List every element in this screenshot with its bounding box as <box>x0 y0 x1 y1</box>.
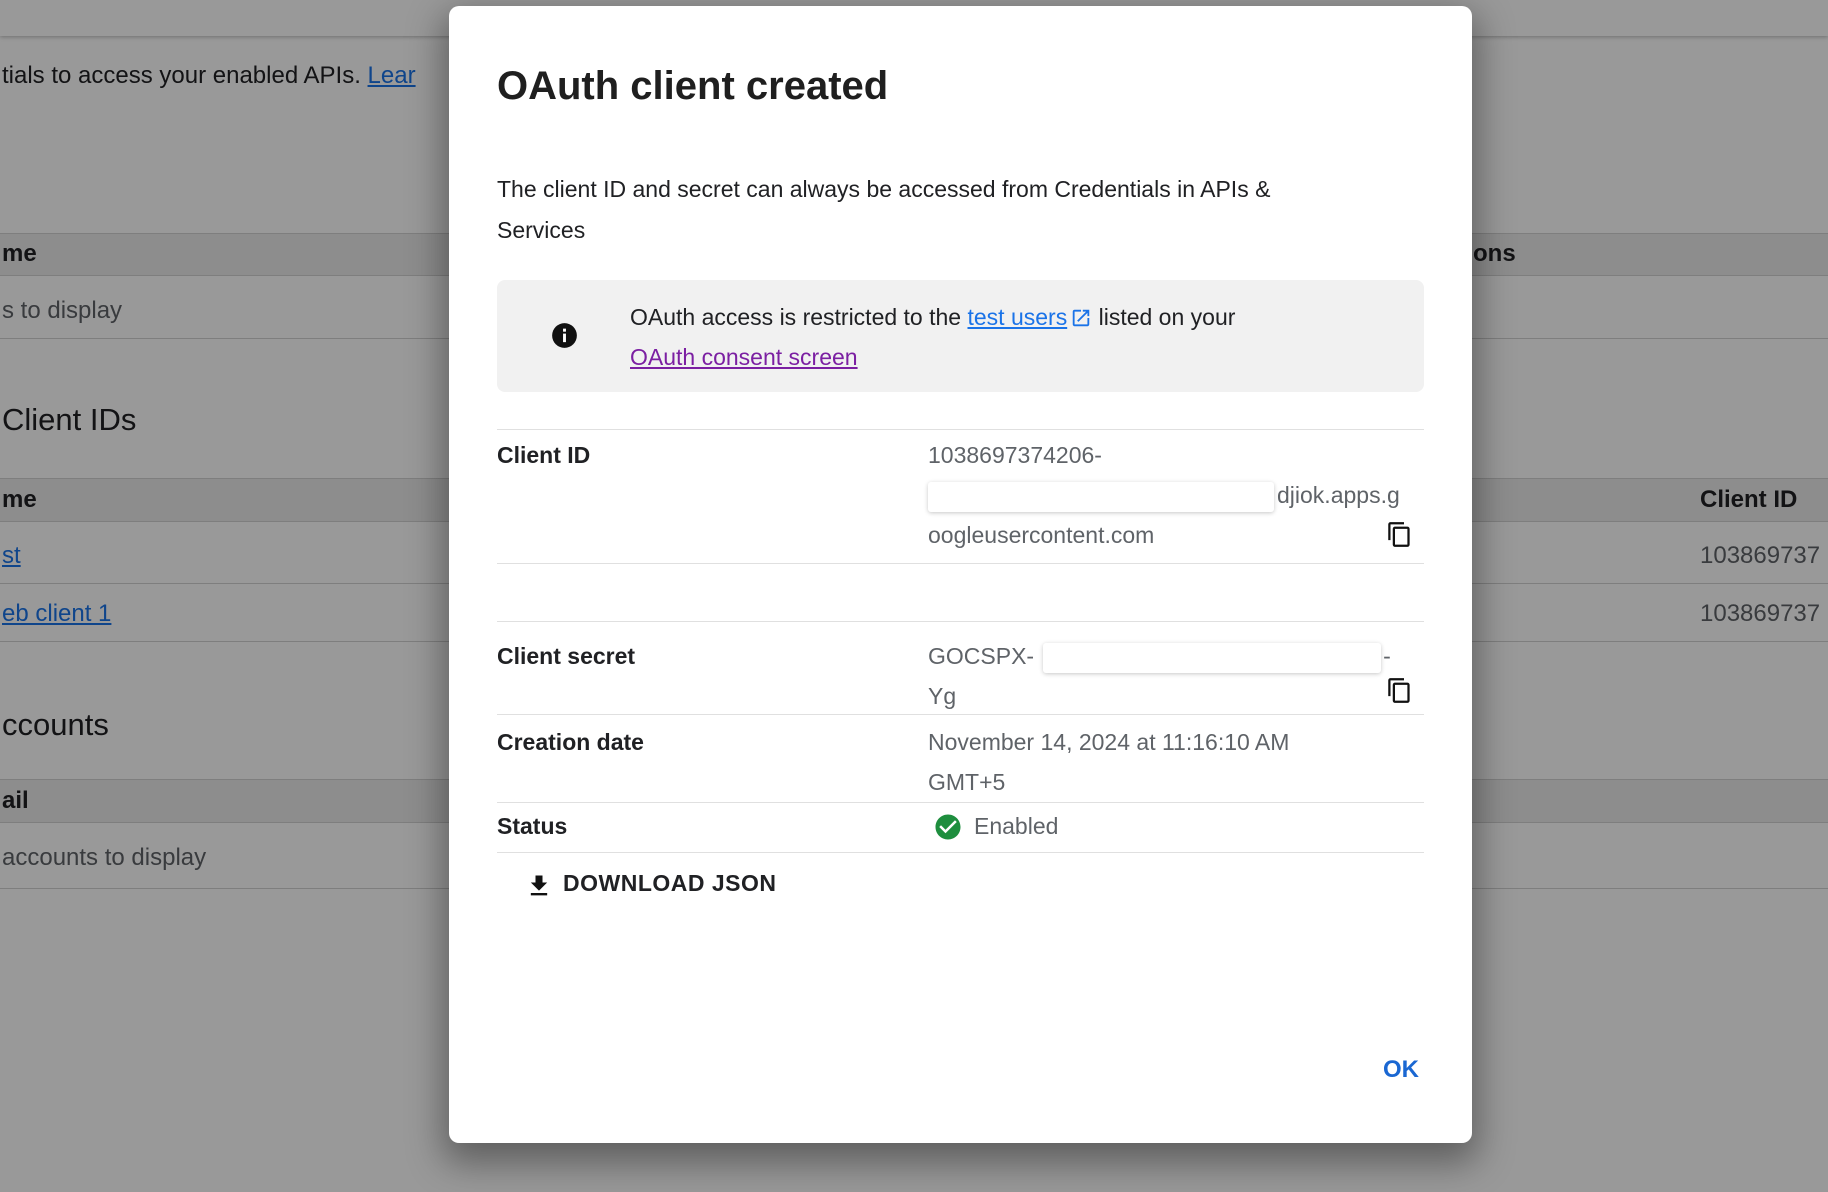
client-secret-value-line2: Yg <box>928 676 1391 716</box>
client-id-label: Client ID <box>497 435 590 475</box>
external-link-icon <box>1070 307 1092 329</box>
client-id-value: 1038697374206- djiok.apps.g oogleusercon… <box>928 435 1400 555</box>
creation-date-line1: November 14, 2024 at 11:16:10 AM <box>928 722 1289 762</box>
status-label: Status <box>497 806 567 846</box>
copy-client-id-button[interactable] <box>1379 514 1419 554</box>
copy-icon <box>1386 677 1413 704</box>
download-json-button[interactable]: DOWNLOAD JSON <box>507 860 1247 916</box>
download-json-label: DOWNLOAD JSON <box>563 870 777 897</box>
redacted-text <box>928 482 1274 512</box>
client-id-value-line1: 1038697374206- <box>928 435 1400 475</box>
notice-line2: OAuth consent screen <box>630 337 1235 377</box>
copy-icon <box>1386 521 1413 548</box>
creation-date-value: November 14, 2024 at 11:16:10 AM GMT+5 <box>928 722 1289 802</box>
notice-text: OAuth access is restricted to the test u… <box>630 297 1235 377</box>
screen: tials to access your enabled APIs. Lear … <box>0 0 1828 1192</box>
client-secret-prefix: GOCSPX- <box>928 643 1034 669</box>
status-badge: Enabled <box>974 806 1058 846</box>
oauth-consent-screen-link[interactable]: OAuth consent screen <box>630 344 858 370</box>
test-users-link[interactable]: test users <box>967 304 1067 330</box>
notice-text-after: listed on your <box>1092 304 1235 330</box>
dialog-description-line1: The client ID and secret can always be a… <box>497 169 1270 210</box>
download-icon <box>525 872 553 900</box>
client-id-value-line2: djiok.apps.g <box>928 475 1400 515</box>
dialog-description: The client ID and secret can always be a… <box>497 169 1270 251</box>
info-icon <box>551 322 578 349</box>
oauth-client-created-dialog: OAuth client created The client ID and s… <box>449 6 1472 1143</box>
copy-client-secret-button[interactable] <box>1379 670 1419 710</box>
creation-date-label: Creation date <box>497 722 644 762</box>
client-id-value-line3: oogleusercontent.com <box>928 515 1400 555</box>
client-secret-value-line1: GOCSPX- - <box>928 636 1391 676</box>
client-secret-suffix: - <box>1383 643 1391 669</box>
notice-line1: OAuth access is restricted to the test u… <box>630 297 1235 337</box>
restricted-access-notice: OAuth access is restricted to the test u… <box>497 280 1424 392</box>
client-secret-value: GOCSPX- - Yg <box>928 636 1391 716</box>
redacted-text <box>1043 643 1381 673</box>
creation-date-line2: GMT+5 <box>928 762 1289 802</box>
ok-button[interactable]: OK <box>1365 1046 1437 1094</box>
client-secret-label: Client secret <box>497 636 635 676</box>
notice-text-before: OAuth access is restricted to the <box>630 304 967 330</box>
client-id-suffix: djiok.apps.g <box>1277 482 1400 508</box>
check-circle-icon <box>933 812 963 842</box>
dialog-description-line2: Services <box>497 210 1270 251</box>
dialog-title: OAuth client created <box>497 62 888 110</box>
